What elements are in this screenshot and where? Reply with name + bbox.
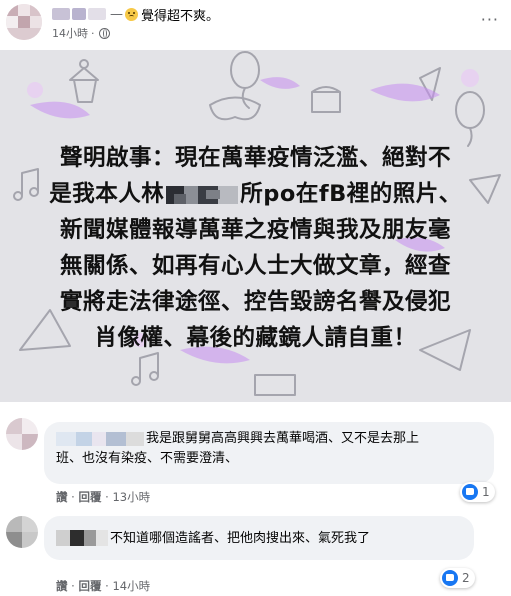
comment-1: 我是跟舅舅高高興興去萬華喝酒、又不是去那上 班、也沒有染疫、不需要澄清、 1 讚… [0,410,511,508]
post-time[interactable]: 14小時 [52,25,88,41]
feeling-text: 覺得超不爽。 [141,8,220,24]
comment-time[interactable]: 14小時 [112,579,150,593]
comment-bubble: 我是跟舅舅高高興興去萬華喝酒、又不是去那上 班、也沒有染疫、不需要澄清、 [44,422,494,484]
reaction-number: 2 [462,571,470,585]
author-separator: — [110,6,123,22]
comment-time[interactable]: 13小時 [112,490,150,504]
censored-name-mosaic [166,184,239,206]
like-reaction-icon [462,484,478,500]
statement-line-2a: 是我本人林 [49,181,165,207]
blurred-author-name-part [72,8,86,20]
angry-face-icon [125,7,138,21]
comment-actions: 讚 · 回覆 · 14小時 [56,578,150,594]
comment-bubble: 不知道哪個造謠者、把他肉搜出來、氣死我了 [44,516,474,560]
blurred-commenter-name[interactable] [56,432,144,446]
reply-link[interactable]: 回覆 [78,579,101,593]
comment-text: 不知道哪個造謠者、把他肉搜出來、氣死我了 [110,531,371,546]
reaction-number: 1 [482,485,490,499]
like-reaction-icon [442,570,458,586]
author-row: — 覺得超不爽。 [52,5,220,24]
statement-line-4: 無關係、如再有心人士大做文章，經查 [59,253,451,279]
comment-actions: 讚 · 回覆 · 13小時 [56,489,150,505]
commenter-avatar[interactable] [6,418,38,450]
comment-text-line-2: 班、也沒有染疫、不需要澄清、 [56,451,239,466]
more-options-button[interactable]: ··· [481,10,499,29]
blurred-author-name-part [88,8,106,20]
globe-icon [98,27,110,39]
reaction-count[interactable]: 2 [440,568,475,588]
comment-text-line-1: 我是跟舅舅高高興興去萬華喝酒、又不是去那上 [146,431,420,446]
post-meta: 14小時 · [52,25,110,41]
reply-link[interactable]: 回覆 [78,490,101,504]
like-link[interactable]: 讚 [56,579,68,593]
statement-line-2: 是我本人林 所po在fB裡的照片、 [0,176,511,212]
blurred-commenter-name[interactable] [56,530,108,546]
comment-2: 不知道哪個造謠者、把他肉搜出來、氣死我了 2 讚 · 回覆 · 14小時 [0,508,511,596]
post-header: — 覺得超不爽。 14小時 · ··· [0,0,511,44]
reaction-count[interactable]: 1 [460,482,495,502]
post-image[interactable]: 聲明啟事：現在萬華疫情泛濫、絕對不 是我本人林 所po在fB裡的照片、 新聞媒體… [0,50,511,402]
statement-line-2b: 所po在fB裡的照片、 [240,181,462,207]
like-link[interactable]: 讚 [56,490,68,504]
meta-dot: · [91,26,95,40]
blurred-author-name[interactable] [52,8,70,20]
statement-line-3: 新聞媒體報導萬華之疫情與我及朋友毫 [59,217,451,243]
commenter-avatar[interactable] [6,516,38,548]
statement-text-block: 聲明啟事：現在萬華疫情泛濫、絕對不 是我本人林 所po在fB裡的照片、 新聞媒體… [0,140,511,356]
statement-line-6: 肖像權、幕後的藏鏡人請自重！ [94,325,417,351]
statement-line-1: 聲明啟事：現在萬華疫情泛濫、絕對不 [59,145,451,171]
author-avatar[interactable] [6,4,42,40]
statement-line-5: 實將走法律途徑、控告毀謗名譽及侵犯 [59,289,451,315]
